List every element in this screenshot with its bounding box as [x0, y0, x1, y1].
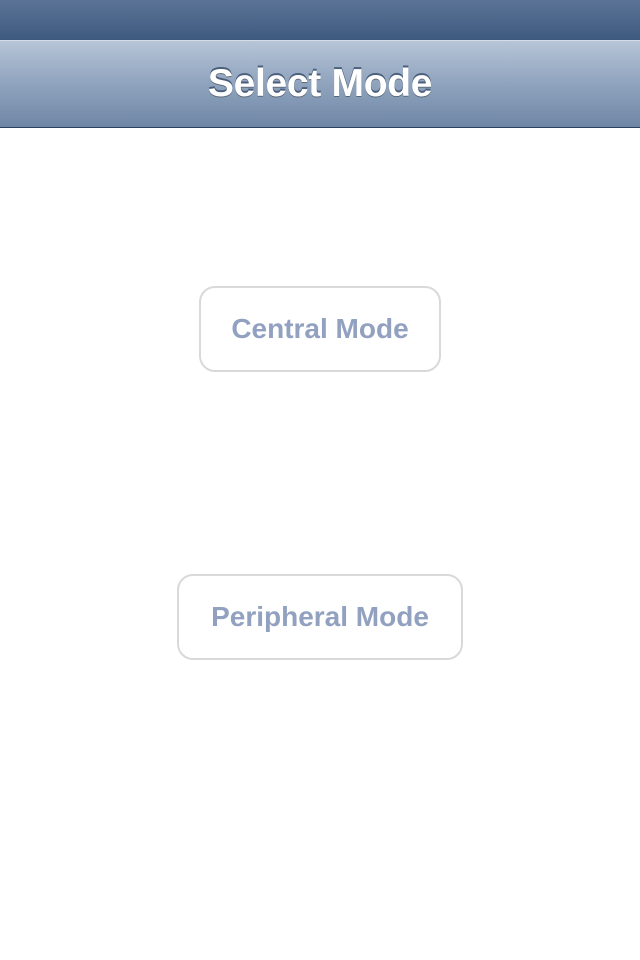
main-content: Central Mode Peripheral Mode — [0, 128, 640, 960]
central-mode-label: Central Mode — [231, 313, 409, 344]
peripheral-mode-label: Peripheral Mode — [211, 601, 429, 632]
peripheral-mode-button[interactable]: Peripheral Mode — [177, 574, 463, 660]
status-bar — [0, 0, 640, 40]
navigation-bar: Select Mode — [0, 40, 640, 128]
page-title: Select Mode — [207, 62, 433, 105]
central-mode-button[interactable]: Central Mode — [199, 286, 441, 372]
